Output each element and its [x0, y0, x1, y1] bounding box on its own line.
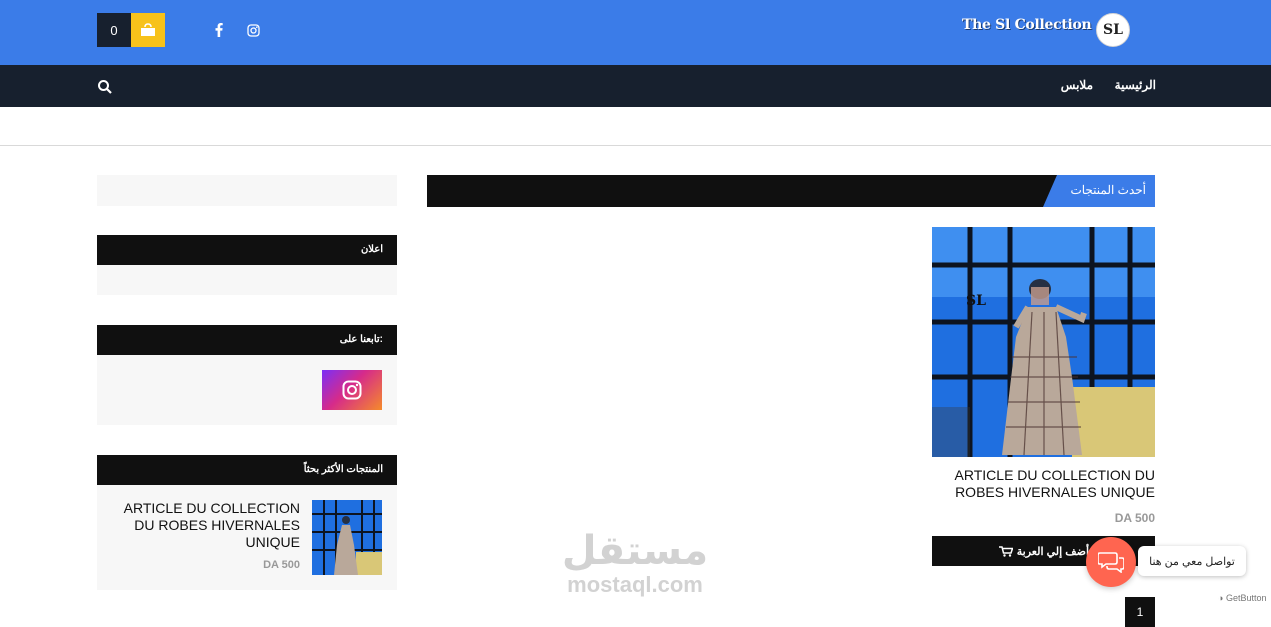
site-logo-mark[interactable]: SL	[1096, 13, 1130, 47]
cart-count-badge[interactable]: 0	[97, 13, 131, 47]
section-title: أحدث المنتجات	[1070, 183, 1146, 197]
chat-bubbles-icon	[1098, 552, 1124, 573]
header-divider	[0, 145, 1271, 146]
facebook-icon[interactable]	[210, 21, 228, 39]
nav-item-clothes[interactable]: ملابس	[1055, 78, 1093, 92]
chat-label[interactable]: تواصل معي من هنا	[1138, 546, 1246, 576]
sidebar-search-box	[97, 175, 397, 206]
search-icon[interactable]	[97, 79, 113, 95]
add-to-cart-label: أضف إلي العربة	[1016, 545, 1089, 558]
best-product-thumbnail[interactable]	[312, 500, 382, 575]
widget-title-ads: اعلان	[97, 235, 397, 265]
pagination-page[interactable]: 1	[1125, 597, 1155, 627]
watermark-latin: mostaql.com	[567, 572, 703, 597]
instagram-follow-icon[interactable]	[322, 370, 382, 410]
cart-icon	[998, 545, 1014, 557]
product-title[interactable]: ARTICLE DU COLLECTION DU ROBES HIVERNALE…	[932, 467, 1155, 501]
watermark-arabic: مستقل	[561, 528, 709, 574]
best-product-price: DA 500	[263, 559, 300, 571]
widget-title-follow: تابعنا على:	[97, 325, 397, 355]
getbutton-credit[interactable]: ◑ GetButton	[1218, 593, 1271, 605]
nav-item-home[interactable]: الرئيسية	[1112, 78, 1156, 92]
instagram-icon[interactable]	[244, 21, 262, 39]
product-price: DA 500	[1114, 511, 1155, 525]
getbutton-logo-icon: ◑	[1218, 593, 1224, 603]
svg-text:SL: SL	[966, 293, 986, 309]
product-image[interactable]: SL	[932, 227, 1155, 457]
widget-title-best: المنتجات الأكثر بحثاً	[97, 455, 397, 485]
getbutton-text: GetButton	[1225, 593, 1267, 603]
watermark: مستقل mostaql.com	[555, 528, 715, 603]
widget-ads-body	[97, 265, 397, 295]
chat-button[interactable]	[1086, 537, 1136, 587]
shopping-bag-icon[interactable]	[131, 13, 165, 47]
best-product-title[interactable]: ARTICLE DU COLLECTION DU ROBES HIVERNALE…	[112, 500, 300, 551]
site-logo-text[interactable]: The Sl Collection	[962, 17, 1092, 33]
